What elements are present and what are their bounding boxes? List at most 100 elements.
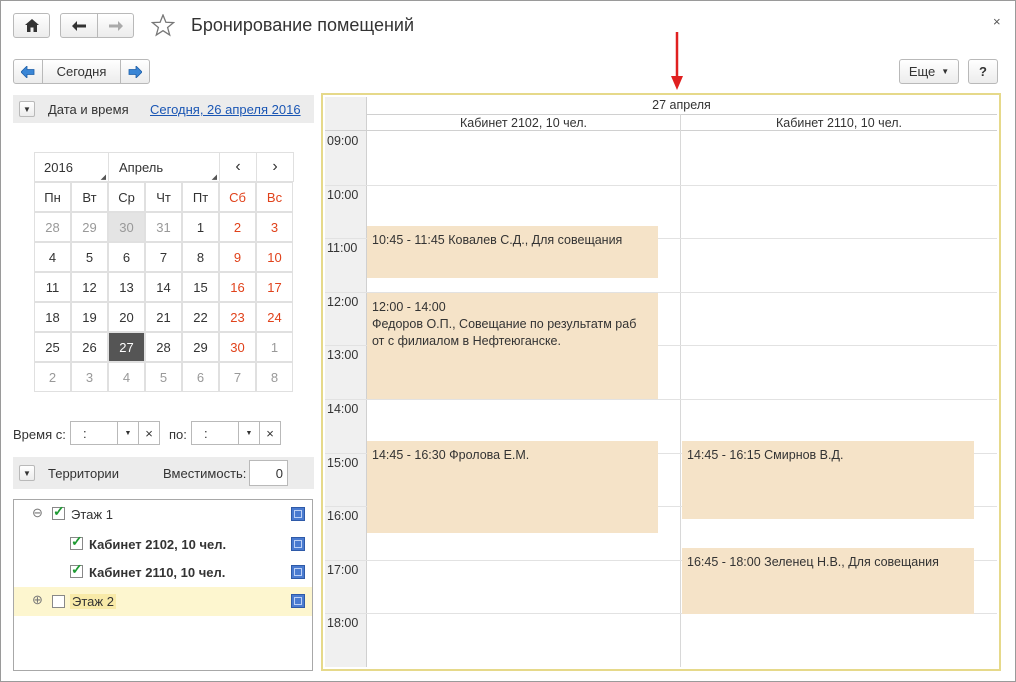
calendar-day[interactable]: 16	[219, 272, 256, 302]
tree-row-floor-1[interactable]: ⊖ ✓ Этаж 1	[14, 500, 312, 529]
map-icon[interactable]	[291, 537, 305, 551]
close-icon[interactable]: ×	[993, 14, 1001, 29]
calendar-day[interactable]: 3	[256, 212, 293, 242]
capacity-input[interactable]: 0	[249, 460, 288, 486]
calendar-day[interactable]: 21	[145, 302, 182, 332]
hours-gutter	[325, 97, 367, 667]
calendar-day[interactable]: 20	[108, 302, 145, 332]
next-period-button[interactable]	[120, 59, 150, 84]
forward-button[interactable]	[97, 13, 134, 38]
tree-row-room-2110[interactable]: ✓ Кабинет 2110, 10 чел.	[14, 558, 312, 587]
calendar-day[interactable]: 30	[219, 332, 256, 362]
time-from-clear[interactable]: ×	[138, 421, 160, 445]
expand-node-icon[interactable]: ⊕	[32, 592, 43, 608]
next-month-button[interactable]: ›	[256, 152, 294, 182]
calendar-day[interactable]: 30	[108, 212, 145, 242]
time-to-clear[interactable]: ×	[259, 421, 281, 445]
hour-label: 16:00	[327, 509, 359, 523]
tree-label: Кабинет 2110, 10 чел.	[89, 565, 226, 580]
capacity-label: Вместимость:	[163, 466, 247, 481]
map-icon[interactable]	[291, 507, 305, 521]
tree-row-floor-2[interactable]: ⊕ Этаж 2	[14, 587, 312, 616]
calendar-day[interactable]: 5	[145, 362, 182, 392]
calendar-day[interactable]: 4	[108, 362, 145, 392]
favorite-star-icon[interactable]	[150, 13, 176, 40]
calendar-day[interactable]: 18	[34, 302, 71, 332]
calendar-day[interactable]: 17	[256, 272, 293, 302]
weekday-header: Пт	[182, 182, 219, 212]
today-button[interactable]: Сегодня	[42, 59, 121, 84]
calendar-day[interactable]: 7	[145, 242, 182, 272]
calendar-day[interactable]: 25	[34, 332, 71, 362]
time-from-dropdown[interactable]: ▼	[117, 421, 139, 445]
calendar-day[interactable]: 11	[34, 272, 71, 302]
back-button[interactable]	[60, 13, 98, 38]
planner-date-header: 27 апреля	[652, 98, 711, 112]
calendar-day[interactable]: 2	[34, 362, 71, 392]
calendar-day[interactable]: 3	[71, 362, 108, 392]
year-value: 2016	[44, 160, 73, 175]
calendar-day[interactable]: 31	[145, 212, 182, 242]
corner-dropdown-icon: ◢	[100, 174, 106, 181]
prev-month-button[interactable]: ‹	[219, 152, 257, 182]
checkbox-room-2102[interactable]: ✓	[70, 533, 83, 550]
calendar-day[interactable]: 1	[256, 332, 293, 362]
calendar-day[interactable]: 19	[71, 302, 108, 332]
event-card[interactable]: 10:45 - 11:45 Ковалев С.Д., Для совещани…	[367, 226, 658, 278]
calendar-day[interactable]: 28	[34, 212, 71, 242]
event-card[interactable]: 16:45 - 18:00 Зеленец Н.В., Для совещани…	[682, 548, 974, 614]
checkbox-floor-2[interactable]	[52, 595, 65, 608]
calendar-day[interactable]: 23	[219, 302, 256, 332]
calendar-day[interactable]: 24	[256, 302, 293, 332]
calendar-day[interactable]: 28	[145, 332, 182, 362]
calendar-day[interactable]: 26	[71, 332, 108, 362]
calendar-day[interactable]: 2	[219, 212, 256, 242]
event-text: 14:45 - 16:15 Смирнов В.Д.	[687, 448, 844, 462]
calendar-day[interactable]: 1	[182, 212, 219, 242]
calendar-day[interactable]: 6	[182, 362, 219, 392]
event-card[interactable]: 14:45 - 16:15 Смирнов В.Д.	[682, 441, 974, 519]
checkbox-room-2110[interactable]: ✓	[70, 561, 83, 578]
time-from-label: Время с:	[13, 427, 66, 442]
calendar-day[interactable]: 12	[71, 272, 108, 302]
calendar-day[interactable]: 14	[145, 272, 182, 302]
calendar-day[interactable]: 9	[219, 242, 256, 272]
calendar-day[interactable]: 29	[182, 332, 219, 362]
checkbox-floor-1[interactable]: ✓	[52, 503, 65, 520]
calendar-day[interactable]: 7	[219, 362, 256, 392]
calendar-day[interactable]: 10	[256, 242, 293, 272]
calendar-day[interactable]: 8	[182, 242, 219, 272]
home-button[interactable]	[13, 13, 50, 38]
hour-label: 11:00	[327, 241, 358, 255]
event-card[interactable]: 14:45 - 16:30 Фролова Е.М.	[367, 441, 658, 533]
time-to-input[interactable]: :	[191, 421, 239, 445]
calendar-day[interactable]: 29	[71, 212, 108, 242]
collapse-node-icon[interactable]: ⊖	[32, 505, 43, 521]
tree-row-room-2102[interactable]: ✓ Кабинет 2102, 10 чел.	[14, 529, 312, 558]
clear-icon: ×	[266, 425, 274, 441]
calendar-day[interactable]: 5	[71, 242, 108, 272]
map-icon[interactable]	[291, 565, 305, 579]
event-card[interactable]: 12:00 - 14:00 Федоров О.П., Совещание по…	[367, 293, 658, 399]
calendar-day[interactable]: 6	[108, 242, 145, 272]
calendar-day[interactable]: 4	[34, 242, 71, 272]
collapse-toggle-icon[interactable]: ▼	[19, 465, 35, 481]
month-select[interactable]: Апрель ◢	[108, 152, 220, 182]
dropdown-caret-icon: ▼	[124, 429, 132, 437]
prev-period-button[interactable]	[13, 59, 43, 84]
calendar-day[interactable]: 15	[182, 272, 219, 302]
more-button[interactable]: Еще ▼	[899, 59, 959, 84]
weekday-header: Пн	[34, 182, 71, 212]
time-from-input[interactable]: :	[70, 421, 118, 445]
dropdown-caret-icon: ▼	[941, 67, 950, 76]
year-select[interactable]: 2016 ◢	[34, 152, 109, 182]
calendar-day[interactable]: 22	[182, 302, 219, 332]
time-to-dropdown[interactable]: ▼	[238, 421, 260, 445]
calendar-day[interactable]: 13	[108, 272, 145, 302]
collapse-toggle-icon[interactable]: ▼	[19, 101, 35, 117]
calendar-day[interactable]: 27	[108, 332, 145, 362]
help-button[interactable]: ?	[968, 59, 998, 84]
selected-date-link[interactable]: Сегодня, 26 апреля 2016	[150, 102, 301, 117]
map-icon[interactable]	[291, 594, 305, 608]
calendar-day[interactable]: 8	[256, 362, 293, 392]
